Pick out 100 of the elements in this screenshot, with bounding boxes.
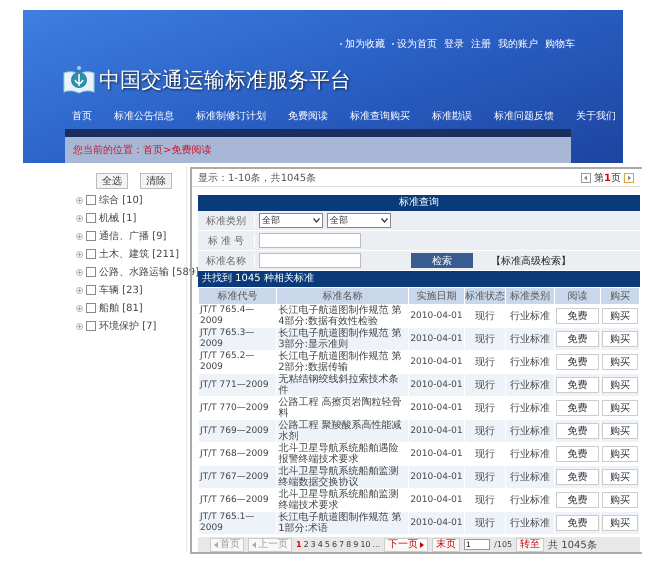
table-cell: JT/T 771—2009 [198, 374, 277, 397]
free-read-button[interactable]: 免费 [556, 469, 599, 486]
checkbox[interactable] [86, 231, 96, 241]
checkbox[interactable] [86, 285, 96, 295]
right-arrow-icon [420, 542, 424, 548]
sidebar-button[interactable]: 清除 [140, 173, 172, 189]
table-cell: 现行 [464, 512, 506, 535]
header-link[interactable]: 加为收藏 [340, 37, 385, 51]
free-read-button[interactable]: 免费 [556, 400, 599, 416]
checkbox[interactable] [86, 249, 96, 259]
page-link[interactable]: 10 [360, 540, 371, 550]
search-button[interactable]: 检索 [411, 253, 473, 268]
buy-button[interactable]: 购买 [602, 377, 638, 394]
table-cell: 行业标准 [506, 328, 555, 351]
checkbox[interactable] [86, 267, 96, 277]
buy-button[interactable]: 购买 [602, 400, 638, 416]
header-link[interactable]: 购物车 [545, 37, 575, 51]
table-cell: JT/T 767—2009 [198, 466, 277, 489]
expand-icon[interactable] [76, 232, 83, 240]
header-link[interactable]: 登录 [444, 37, 464, 51]
page-link[interactable]: 1 [296, 540, 302, 550]
nav-item[interactable]: 关于我们 [565, 109, 627, 123]
buy-button[interactable]: 购买 [602, 354, 638, 370]
dropdown[interactable]: 全部 [327, 213, 391, 228]
checkbox[interactable] [86, 195, 96, 205]
expand-icon[interactable] [76, 268, 83, 276]
search-header: 标准查询 [198, 195, 640, 212]
category-label: 综合 [10] [99, 194, 143, 207]
nav-item[interactable]: 标准制修订计划 [185, 109, 277, 123]
page-input[interactable]: 1 [464, 539, 490, 550]
table-cell: 现行 [464, 374, 506, 397]
nav-item[interactable]: 标准问题反馈 [483, 109, 565, 123]
nav-item[interactable]: 标准勘误 [421, 109, 483, 123]
page-link[interactable]: 7 [339, 540, 344, 550]
last-page-button[interactable]: 末页 [432, 538, 460, 552]
buy-button[interactable]: 购买 [602, 492, 638, 508]
free-read-button[interactable]: 免费 [556, 423, 599, 440]
checkbox[interactable] [86, 321, 96, 331]
free-read-button[interactable]: 免费 [556, 331, 599, 348]
go-button[interactable]: 转至 [516, 538, 544, 552]
table-cell: 无粘结钢绞线斜拉索技术条件 [276, 374, 409, 397]
page-link[interactable]: 4 [318, 540, 323, 550]
table-cell: 现行 [464, 420, 506, 443]
header-link[interactable]: 我的账户 [498, 37, 538, 51]
input-field[interactable] [259, 253, 361, 268]
free-read-button[interactable]: 免费 [556, 515, 599, 532]
page-link[interactable]: 9 [353, 540, 358, 550]
sidebar-button[interactable]: 全选 [96, 173, 128, 189]
nav-item[interactable]: 首页 [61, 109, 103, 123]
left-arrow-icon [214, 542, 218, 548]
expand-icon[interactable] [76, 286, 83, 294]
page-indicator: 第1页 [594, 172, 621, 185]
page-link[interactable]: 8 [346, 540, 352, 550]
expand-icon[interactable] [76, 196, 83, 204]
table-cell: 行业标准 [506, 374, 555, 397]
breadcrumb: 您当前的位置：首页>免费阅读 [73, 144, 212, 157]
input-field[interactable] [259, 233, 361, 248]
buy-button[interactable]: 购买 [602, 446, 638, 462]
expand-icon[interactable] [76, 250, 83, 258]
expand-icon[interactable] [76, 322, 83, 330]
dropdown[interactable]: 全部 [259, 213, 323, 228]
field-label: 标 准 号 [198, 234, 255, 248]
expand-icon[interactable] [76, 304, 83, 312]
free-read-button[interactable]: 免费 [556, 492, 599, 508]
result-count: 共 1045条 [548, 538, 597, 552]
buy-button[interactable]: 购买 [602, 469, 638, 486]
chevron-icon [381, 218, 388, 224]
buy-button[interactable]: 购买 [602, 331, 638, 348]
buy-button[interactable]: 购买 [602, 308, 638, 324]
nav-item[interactable]: 免费阅读 [277, 109, 339, 123]
nav-item[interactable]: 标准公告信息 [103, 109, 185, 123]
nav-item[interactable]: 标准查询购买 [339, 109, 421, 123]
category-label: 环境保护 [7] [99, 320, 156, 333]
left-arrow-icon [252, 542, 256, 548]
free-read-button[interactable]: 免费 [556, 377, 599, 394]
table-cell: JT/T 765.1—2009 [198, 512, 277, 535]
category-label: 机械 [1] [99, 212, 136, 225]
free-read-button[interactable]: 免费 [556, 308, 599, 324]
results-header: 共找到 1045 种相关标准 [198, 271, 640, 288]
page-link[interactable]: 6 [332, 540, 338, 550]
free-read-button[interactable]: 免费 [556, 354, 599, 370]
page-link[interactable]: 2 [304, 540, 309, 550]
buy-button[interactable]: 购买 [602, 423, 638, 440]
buy-button[interactable]: 购买 [602, 515, 638, 532]
table-cell: 长江电子航道图制作规范 第1部分:术语 [276, 512, 409, 535]
header-link[interactable]: 注册 [471, 37, 491, 51]
expand-icon[interactable] [76, 214, 83, 222]
page-link[interactable]: 3 [310, 540, 316, 550]
checkbox[interactable] [86, 303, 96, 313]
category-label: 土木、建筑 [211] [99, 248, 180, 261]
advanced-search-link[interactable]: 【标准高级检索】 [491, 254, 571, 268]
next-page-button[interactable]: 下一页 [384, 538, 428, 552]
table-cell: 2010-04-01 [408, 328, 464, 351]
checkbox[interactable] [86, 213, 96, 223]
table-cell: 2010-04-01 [408, 466, 464, 489]
page-link[interactable]: 5 [324, 540, 330, 550]
column-header: 阅读 [554, 288, 600, 305]
free-read-button[interactable]: 免费 [556, 446, 599, 462]
header-link[interactable]: 设为首页 [392, 37, 437, 51]
table-cell: 行业标准 [506, 420, 555, 443]
